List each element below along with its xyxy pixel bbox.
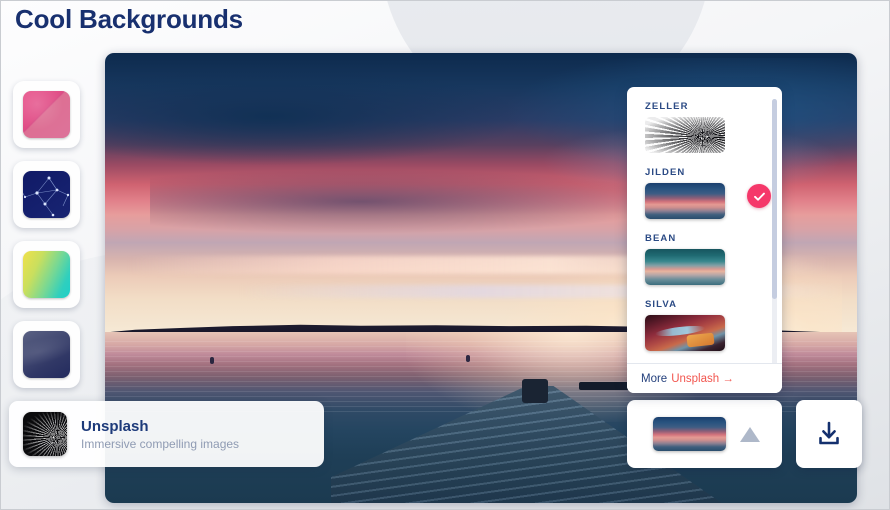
cloud-layer-left <box>105 66 527 166</box>
sidebar-item-pink-gradient[interactable] <box>13 81 80 148</box>
background-selector-button[interactable] <box>627 400 782 468</box>
panel-scrollbar-thumb[interactable] <box>772 99 777 299</box>
sidebar-item-yellow-teal-gradient[interactable] <box>13 241 80 308</box>
unsplash-card-text: Unsplash Immersive compelling images <box>81 418 239 451</box>
list-item[interactable]: JILDEN <box>645 167 782 219</box>
background-source-panel: ZELLER JILDEN BEAN SILVA More Unsplash → <box>627 87 782 393</box>
navy-waves-icon <box>23 331 70 378</box>
check-icon <box>747 184 771 208</box>
unsplash-card-title: Unsplash <box>81 417 149 435</box>
buoy-right <box>465 354 470 362</box>
triangle-up-icon[interactable] <box>740 426 760 442</box>
download-button[interactable] <box>796 400 862 468</box>
sidebar-item-navy-waves[interactable] <box>13 321 80 388</box>
list-item-label: ZELLER <box>645 101 689 112</box>
pink-gradient-icon <box>23 91 70 138</box>
unsplash-card-subtitle: Immersive compelling images <box>81 436 240 451</box>
app-window: Cool Backgrounds Unsplash Immersive comp… <box>0 0 890 510</box>
unsplash-source-card[interactable]: Unsplash Immersive compelling images <box>9 401 324 467</box>
download-icon <box>819 421 839 445</box>
panel-footer[interactable]: More Unsplash → <box>627 363 782 393</box>
yellow-teal-gradient-icon <box>23 251 70 298</box>
list-item-label: BEAN <box>645 233 677 244</box>
panel-footer-more-label: More <box>641 372 668 385</box>
buoy-left <box>210 356 215 364</box>
cloud-layer-mid <box>150 170 677 233</box>
constellation-lines-icon <box>23 176 70 217</box>
list-item-thumbnail[interactable] <box>645 117 725 153</box>
panel-footer-unsplash-link[interactable]: Unsplash → <box>671 373 734 385</box>
list-item[interactable]: ZELLER <box>645 101 782 153</box>
page-title: Cool Backgrounds <box>15 4 243 34</box>
unsplash-swirl-icon <box>23 412 67 456</box>
current-background-thumbnail[interactable] <box>653 417 726 451</box>
list-item-thumbnail[interactable] <box>645 315 725 351</box>
list-item-thumbnail[interactable] <box>645 183 725 219</box>
panel-item-list: ZELLER JILDEN BEAN SILVA <box>627 87 782 363</box>
list-item-label: JILDEN <box>645 167 686 178</box>
list-item-thumbnail[interactable] <box>645 249 725 285</box>
check-glyph-icon <box>753 192 765 201</box>
sidebar-item-navy-constellation[interactable] <box>13 161 80 228</box>
list-item[interactable]: SILVA <box>645 299 782 351</box>
bottom-toolbar <box>627 400 862 468</box>
dock-post <box>522 379 548 403</box>
list-item-label: SILVA <box>645 299 678 310</box>
list-item[interactable]: BEAN <box>645 233 782 285</box>
constellation-icon <box>23 171 70 218</box>
panel-scrollbar[interactable] <box>772 99 777 363</box>
sidebar-swatch-list <box>13 81 80 388</box>
